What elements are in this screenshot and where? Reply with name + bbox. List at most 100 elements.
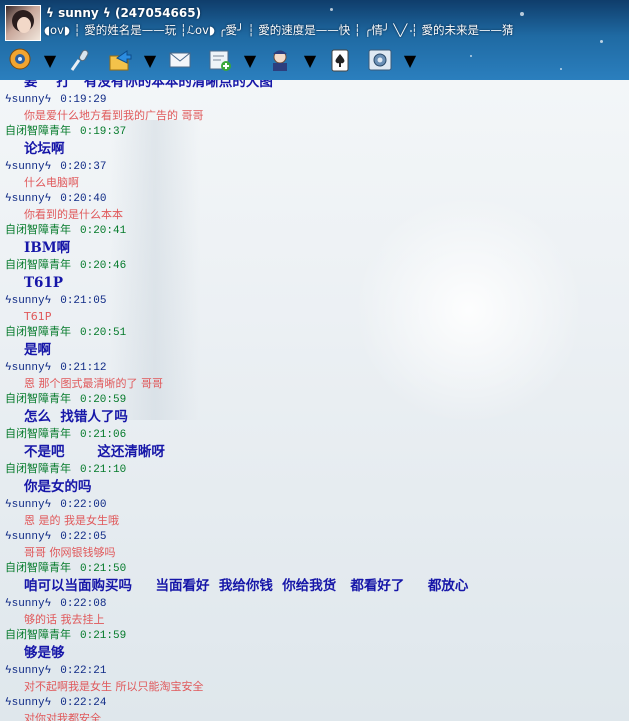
contact-nickname[interactable]: ϟ sunny ϟ (247054665) [46, 6, 201, 20]
message-text: T61P [24, 310, 52, 323]
message-sender[interactable]: ϟsunnyϟ [5, 531, 51, 543]
message-item: 自闭智障青年 0:20:41 IBM啊 [0, 223, 629, 258]
message-item: 要 打 有没有你的本本的清晰点的大图 [0, 80, 629, 92]
message-text: 够是够 [24, 645, 65, 661]
message-sender[interactable]: 自闭智障青年 [5, 260, 71, 272]
message-header: ϟsunnyϟ 0:22:00 [0, 497, 629, 513]
message-sender[interactable]: ϟsunnyϟ [5, 295, 51, 307]
message-item: ϟsunnyϟ 0:22:24 对你对我都安全 [0, 695, 629, 721]
message-item: ϟsunnyϟ 0:20:40 你看到的是什么本本 [0, 191, 629, 223]
message-text: 不是吧 这还清晰呀 [24, 444, 165, 460]
message-item: 自闭智障青年 0:20:51 是啊 [0, 325, 629, 360]
message-time: 0:21:06 [80, 429, 127, 441]
message-sender[interactable]: ϟsunnyϟ [5, 94, 51, 106]
message-item: 自闭智障青年 0:19:37 论坛啊 [0, 124, 629, 159]
message-text: 你是女的吗 [24, 479, 92, 495]
message-header: 自闭智障青年 0:21:06 [0, 427, 629, 443]
message-time: 0:21:59 [80, 630, 127, 642]
message-text: 什么电脑啊 [24, 176, 79, 189]
message-text: 对你对我都安全 [24, 712, 101, 721]
message-header: ϟsunnyϟ 0:22:08 [0, 596, 629, 612]
settings-button[interactable] [366, 46, 394, 74]
message-header: 自闭智障青年 0:20:59 [0, 392, 629, 408]
settings-dropdown-chevron-icon[interactable]: ▼ [396, 46, 424, 74]
message-text: 你是爱什么地方看到我的广告的 哥哥 [24, 109, 204, 122]
message-header: ϟsunnyϟ 0:22:21 [0, 663, 629, 679]
message-text: 恩 那个图式最清晰的了 哥哥 [24, 377, 163, 390]
message-sender[interactable]: 自闭智障青年 [5, 225, 71, 237]
message-header: 自闭智障青年 0:21:10 [0, 462, 629, 478]
message-time: 0:21:12 [60, 362, 107, 374]
message-sender[interactable]: 自闭智障青年 [5, 126, 71, 138]
message-sender[interactable]: ϟsunnyϟ [5, 665, 51, 677]
message-header: 自闭智障青年 0:21:50 [0, 561, 629, 577]
message-list: 要 打 有没有你的本本的清晰点的大图 ϟsunnyϟ 0:19:29 你是爱什么地方看… [0, 80, 629, 721]
webcam-button[interactable] [6, 46, 34, 74]
message-header: 自闭智障青年 0:20:41 [0, 223, 629, 239]
message-sender[interactable]: ϟsunnyϟ [5, 697, 51, 709]
message-time: 0:22:24 [60, 697, 107, 709]
message-time: 0:22:05 [60, 531, 107, 543]
snowflake-decoration [600, 40, 603, 43]
message-item: ϟsunnyϟ 0:22:21 对不起啊我是女生 所以只能淘宝安全 [0, 663, 629, 695]
message-header: 自闭智障青年 0:20:46 [0, 258, 629, 274]
message-sender[interactable]: 自闭智障青年 [5, 327, 71, 339]
assistant-button[interactable] [266, 46, 294, 74]
add-app-button[interactable] [206, 46, 234, 74]
message-header: 自闭智障青年 0:20:51 [0, 325, 629, 341]
message-text: 是啊 [24, 342, 51, 358]
snowflake-decoration [330, 8, 333, 11]
message-sender[interactable]: ϟsunnyϟ [5, 193, 51, 205]
webcam-dropdown-chevron-icon[interactable]: ▼ [36, 46, 64, 74]
add-app-dropdown-chevron-icon[interactable]: ▼ [236, 46, 264, 74]
message-time: 0:20:41 [80, 225, 127, 237]
message-sender[interactable]: ϟsunnyϟ [5, 362, 51, 374]
contact-signature: ◖ov◗ ┆ 愛的姓名是——玩 ┆ℒov◗ ╭愛╯ ┆ 愛的速度是——快 ┆ ╭… [44, 23, 514, 37]
message-sender[interactable]: 自闭智障青年 [5, 464, 71, 476]
card-game-button[interactable] [326, 46, 354, 74]
message-time: 0:19:29 [60, 94, 107, 106]
message-header: ϟsunnyϟ 0:19:29 [0, 92, 629, 108]
message-time: 0:21:05 [60, 295, 107, 307]
message-time: 0:22:21 [60, 665, 107, 677]
chat-window-header: ϟ sunny ϟ (247054665) ◖ov◗ ┆ 愛的姓名是——玩 ┆ℒ… [0, 0, 629, 80]
message-item: 自闭智障青年 0:20:46 T61P [0, 258, 629, 293]
message-header: ϟsunnyϟ 0:22:24 [0, 695, 629, 711]
message-item: 自闭智障青年 0:21:10 你是女的吗 [0, 462, 629, 497]
message-time: 0:21:50 [80, 563, 127, 575]
message-sender[interactable]: 自闭智障青年 [5, 630, 71, 642]
snowflake-decoration [470, 55, 472, 57]
email-button[interactable] [166, 46, 194, 74]
message-sender[interactable]: ϟsunnyϟ [5, 598, 51, 610]
message-text: 咱可以当面购买吗 当面看好 我给你钱 你给我货 都看好了 都放心 [24, 578, 469, 594]
message-text: 你看到的是什么本本 [24, 208, 123, 221]
file-transfer-button[interactable] [106, 46, 134, 74]
chat-history[interactable]: 要 打 有没有你的本本的清晰点的大图 ϟsunnyϟ 0:19:29 你是爱什么地方看… [0, 80, 629, 721]
avatar[interactable] [5, 5, 41, 41]
snowflake-decoration [560, 68, 562, 70]
message-sender[interactable]: ϟsunnyϟ [5, 499, 51, 511]
card-game-icon [331, 49, 349, 72]
file-transfer-dropdown-chevron-icon[interactable]: ▼ [136, 46, 164, 74]
message-sender[interactable]: 自闭智障青年 [5, 394, 71, 406]
message-text: 够的话 我去挂上 [24, 613, 105, 626]
assistant-dropdown-chevron-icon[interactable]: ▼ [296, 46, 324, 74]
message-text: 论坛啊 [24, 141, 65, 157]
message-header: ϟsunnyϟ 0:21:12 [0, 360, 629, 376]
message-sender[interactable]: ϟsunnyϟ [5, 161, 51, 173]
message-item: 自闭智障青年 0:21:50 咱可以当面购买吗 当面看好 我给你钱 你给我货 都看好… [0, 561, 629, 596]
message-header: 自闭智障青年 0:19:37 [0, 124, 629, 140]
message-header: ϟsunnyϟ 0:20:40 [0, 191, 629, 207]
message-text: 哥哥 你网银钱够吗 [24, 546, 116, 559]
assistant-icon [273, 50, 287, 71]
message-item: ϟsunnyϟ 0:21:12 恩 那个图式最清晰的了 哥哥 [0, 360, 629, 392]
message-sender[interactable]: 自闭智障青年 [5, 563, 71, 575]
message-time: 0:22:00 [60, 499, 107, 511]
settings-icon [368, 49, 392, 71]
microphone-button[interactable] [66, 46, 94, 74]
message-sender[interactable]: 自闭智障青年 [5, 429, 71, 441]
message-item: 自闭智障青年 0:21:06 不是吧 这还清晰呀 [0, 427, 629, 462]
message-header: ϟsunnyϟ 0:20:37 [0, 159, 629, 175]
avatar-face [17, 17, 31, 33]
